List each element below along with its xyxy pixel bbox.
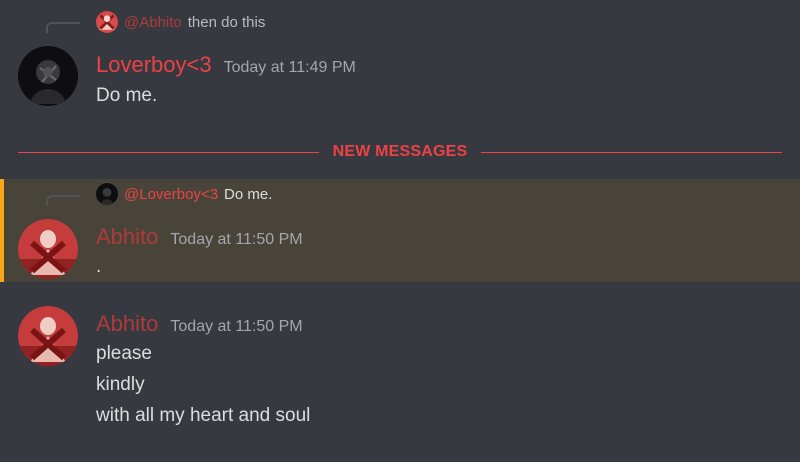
abhito-avatar[interactable] [18, 306, 78, 366]
reply-username[interactable]: @Abhito [124, 14, 182, 31]
reply-username[interactable]: @Loverboy<3 [124, 186, 218, 203]
message-header: Loverboy<3 Today at 11:49 PM [96, 52, 356, 78]
abhito-avatar-small[interactable] [96, 11, 118, 33]
new-messages-label: NEW MESSAGES [332, 143, 468, 160]
reply-snippet[interactable]: then do this [188, 14, 266, 31]
loverboy-avatar[interactable] [18, 46, 78, 106]
new-messages-divider: NEW MESSAGES [18, 143, 782, 161]
timestamp[interactable]: Today at 11:50 PM [170, 318, 302, 336]
username[interactable]: Loverboy<3 [96, 52, 212, 78]
timestamp[interactable]: Today at 11:50 PM [170, 231, 302, 249]
abhito-avatar[interactable] [18, 219, 78, 279]
message-text: please [96, 343, 152, 364]
message-text: . [96, 256, 102, 277]
message-text: with all my heart and soul [96, 405, 311, 426]
username[interactable]: Abhito [96, 311, 158, 337]
reply-spine [46, 195, 80, 206]
message-text: kindly [96, 374, 145, 395]
username[interactable]: Abhito [96, 224, 158, 250]
reply-reference[interactable]: @Loverboy<3 Do me. [96, 183, 272, 205]
message-header: Abhito Today at 11:50 PM [96, 311, 303, 337]
message-header: Abhito Today at 11:50 PM [96, 224, 303, 250]
timestamp[interactable]: Today at 11:49 PM [224, 59, 356, 77]
reply-spine [46, 22, 80, 33]
divider-line-left [18, 151, 319, 153]
loverboy-avatar-small[interactable] [96, 183, 118, 205]
divider-line-right [481, 151, 782, 153]
message-text: Do me. [96, 85, 158, 106]
reply-reference[interactable]: @Abhito then do this [96, 11, 265, 33]
reply-snippet[interactable]: Do me. [224, 186, 272, 203]
